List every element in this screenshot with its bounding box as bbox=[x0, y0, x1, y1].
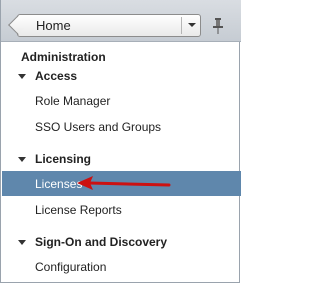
chevron-down-icon[interactable] bbox=[185, 18, 199, 32]
group-access[interactable]: Access bbox=[18, 67, 77, 85]
dropdown-divider bbox=[181, 17, 182, 34]
nav-item-role-manager[interactable]: Role Manager bbox=[35, 94, 110, 108]
back-arrow-icon[interactable] bbox=[8, 15, 28, 35]
annotation-arrow-icon bbox=[77, 176, 171, 190]
group-label: Sign-On and Discovery bbox=[35, 235, 168, 249]
nav-item-sso-users-and-groups[interactable]: SSO Users and Groups bbox=[35, 120, 161, 134]
expand-triangle-icon[interactable] bbox=[18, 73, 26, 79]
navigator-panel: Home Administration Access Role Manager … bbox=[0, 0, 241, 283]
group-label: Licensing bbox=[35, 152, 92, 166]
home-label: Home bbox=[36, 18, 71, 33]
home-history-dropdown[interactable]: Home bbox=[8, 14, 201, 37]
nav-item-license-reports[interactable]: License Reports bbox=[35, 203, 122, 217]
group-licensing[interactable]: Licensing bbox=[18, 150, 91, 168]
group-sign-on-and-discovery[interactable]: Sign-On and Discovery bbox=[18, 233, 167, 251]
expand-triangle-icon[interactable] bbox=[18, 239, 26, 245]
section-title-administration: Administration bbox=[21, 50, 106, 64]
navigator-toolbar: Home bbox=[1, 0, 241, 42]
pin-icon[interactable] bbox=[211, 18, 225, 34]
group-label: Access bbox=[35, 69, 78, 83]
expand-triangle-icon[interactable] bbox=[18, 156, 26, 162]
nav-item-configuration[interactable]: Configuration bbox=[35, 260, 106, 274]
